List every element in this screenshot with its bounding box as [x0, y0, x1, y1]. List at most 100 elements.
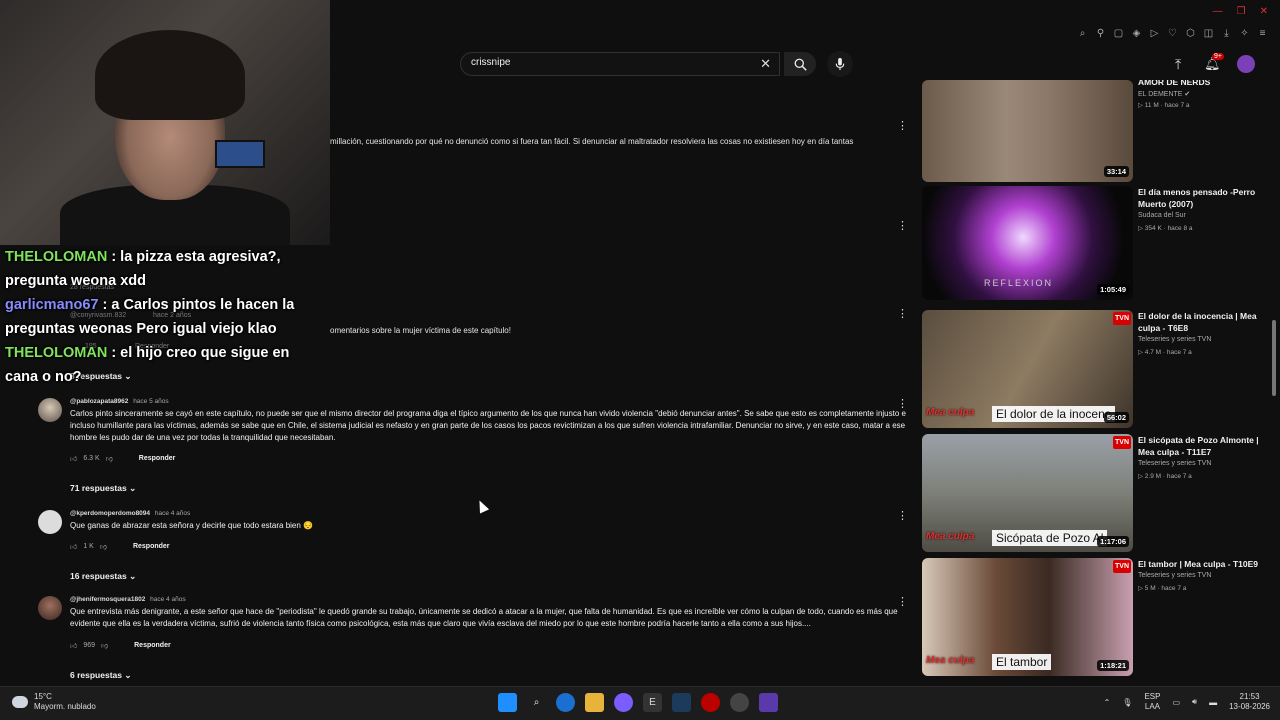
microphone-icon[interactable]: 🎙︎ — [1122, 698, 1132, 707]
like-icon[interactable]: 👍︎ — [70, 641, 77, 650]
shield-icon[interactable]: ◈ — [1131, 28, 1142, 39]
reply-button[interactable]: Responder — [134, 642, 171, 649]
comment-menu-icon[interactable]: ⋮ — [897, 597, 908, 608]
download-icon[interactable]: ⤓ — [1221, 28, 1232, 39]
like-count: 1 K — [83, 543, 94, 550]
chat-username: garlicmano67 — [5, 297, 99, 313]
volume-icon[interactable]: 🔊︎ — [1192, 697, 1197, 707]
discord-icon[interactable] — [614, 693, 633, 712]
video-channel[interactable]: EL DEMENTE ✔ — [1138, 90, 1190, 98]
video-channel[interactable]: Teleseries y series TVN — [1138, 336, 1211, 343]
search-box[interactable]: ✕ — [460, 52, 780, 76]
dislike-icon[interactable]: 👎︎ — [106, 454, 113, 463]
comment-menu-icon[interactable]: ⋮ — [897, 221, 908, 232]
system-tray: ⌃ 🎙︎ ESP LAA ▭ 🔊︎ ▬ 21:53 13-08-2026 — [1104, 692, 1270, 712]
like-count: 6.3 K — [83, 455, 100, 462]
like-count: 969 — [83, 642, 96, 649]
windows-start-icon[interactable] — [498, 693, 517, 712]
related-video-item[interactable]: TVN Mea culpa El dolor de la inocenc 56:… — [922, 310, 1272, 430]
comment-text: Que ganas de abrazar esta señora y decir… — [70, 521, 313, 530]
video-title[interactable]: El dolor de la inocencia | Mea culpa - T… — [1138, 310, 1268, 334]
clock-date: 13-08-2026 — [1229, 702, 1270, 711]
thumbnail-caption: Sicópata de Pozo Al — [992, 530, 1108, 546]
like-icon[interactable]: 👍︎ — [70, 454, 77, 463]
mea-culpa-logo: Mea culpa — [926, 407, 975, 418]
video-title[interactable]: AMOR DE NERDS — [1138, 80, 1268, 88]
weather-desc: Mayorm. nublado — [34, 702, 96, 711]
video-channel[interactable]: Teleseries y series TVN — [1138, 572, 1211, 579]
commenter-avatar[interactable] — [38, 510, 62, 534]
video-title[interactable]: El sicópata de Pozo Almonte | Mea culpa … — [1138, 434, 1268, 458]
related-video-item[interactable]: REFLEXION 1:05:49 El día menos pensado -… — [922, 186, 1272, 306]
pin-icon[interactable]: ⚲ — [1095, 28, 1106, 39]
video-meta: ▷ 4.7 M · hace 7 a — [1138, 349, 1192, 356]
comment-menu-icon[interactable]: ⋮ — [897, 399, 908, 410]
obs-icon[interactable] — [730, 693, 749, 712]
voice-search-button[interactable] — [827, 51, 853, 77]
replies-toggle[interactable]: 6 respuestas ⌄ — [70, 670, 131, 681]
network-icon[interactable]: ▭ — [1172, 698, 1180, 707]
menu-icon[interactable]: ≡ — [1257, 28, 1268, 39]
replies-toggle[interactable]: 71 respuestas ⌄ — [70, 483, 136, 494]
related-video-item[interactable]: TVN Mea culpa Sicópata de Pozo Al 1:17:0… — [922, 434, 1272, 554]
clock[interactable]: 21:53 13-08-2026 — [1229, 692, 1270, 712]
page-scrollbar[interactable] — [1272, 320, 1276, 396]
replies-toggle[interactable]: 16 respuestas ⌄ — [70, 571, 136, 582]
video-title[interactable]: El tambor | Mea culpa - T10E9 — [1138, 558, 1268, 570]
video-channel[interactable]: Sudaca del Sur — [1138, 212, 1186, 219]
reply-button[interactable]: Responder — [133, 543, 170, 550]
search-icon[interactable]: ⌕ — [527, 693, 546, 712]
commenter-avatar[interactable] — [38, 596, 62, 620]
dislike-icon[interactable]: 👎︎ — [101, 641, 108, 650]
battery-icon[interactable]: ▬ — [1209, 698, 1217, 707]
account-avatar[interactable] — [1237, 55, 1255, 73]
edge-icon[interactable] — [556, 693, 575, 712]
app-icon[interactable] — [759, 693, 778, 712]
tray-chevron-icon[interactable]: ⌃ — [1104, 698, 1111, 707]
search-input[interactable] — [471, 57, 751, 68]
file-explorer-icon[interactable] — [585, 693, 604, 712]
clear-search-icon[interactable]: ✕ — [760, 56, 771, 72]
dislike-icon[interactable]: 👎︎ — [100, 542, 107, 551]
opera-gx-icon[interactable] — [701, 693, 720, 712]
video-thumbnail[interactable]: TVN Mea culpa El dolor de la inocenc 56:… — [922, 310, 1133, 428]
related-video-item[interactable]: 33:14 AMOR DE NERDS EL DEMENTE ✔ ▷ 11 M … — [922, 80, 1272, 200]
comment-menu-icon[interactable]: ⋮ — [897, 309, 908, 320]
related-video-item[interactable]: TVN Mea culpa El tambor 1:18:21 El tambo… — [922, 558, 1272, 678]
search-button[interactable] — [784, 52, 816, 76]
comment-time[interactable]: hace 5 años — [133, 398, 168, 405]
comment-author[interactable]: @jhenifermosquera1802 — [70, 596, 145, 603]
video-thumbnail[interactable]: REFLEXION 1:05:49 — [922, 186, 1133, 300]
heart-icon[interactable]: ♡ — [1167, 28, 1178, 39]
restore-icon[interactable]: ❐ — [1237, 6, 1246, 17]
comment-time[interactable]: hace 4 años — [155, 510, 190, 517]
video-channel[interactable]: Teleseries y series TVN — [1138, 460, 1211, 467]
zoom-icon[interactable]: ⌕ — [1077, 28, 1088, 39]
extension-toolbar: ⌕ ⚲ ▢ ◈ ▷ ♡ ⬡ ◫ ⤓ ✧ ≡ — [1077, 28, 1268, 39]
comment-menu-icon[interactable]: ⋮ — [897, 511, 908, 522]
close-icon[interactable]: ✕ — [1260, 6, 1268, 17]
puzzle-icon[interactable]: ⬡ — [1185, 28, 1196, 39]
play-icon[interactable]: ▷ — [1149, 28, 1160, 39]
comment-time[interactable]: hace 4 años — [150, 596, 185, 603]
comment-author[interactable]: @pablozapata8962 — [70, 398, 128, 405]
copilot-icon[interactable]: ✧ — [1239, 28, 1250, 39]
video-title[interactable]: El día menos pensado -Perro Muerto (2007… — [1138, 186, 1268, 210]
weather-widget[interactable]: 15°C Mayorm. nublado — [12, 692, 96, 712]
steam-icon[interactable] — [672, 693, 691, 712]
video-thumbnail[interactable]: TVN Mea culpa Sicópata de Pozo Al 1:17:0… — [922, 434, 1133, 552]
video-thumbnail[interactable]: 33:14 — [922, 80, 1133, 182]
language-indicator[interactable]: ESP LAA — [1144, 692, 1160, 712]
like-icon[interactable]: 👍︎ — [70, 542, 77, 551]
reply-button[interactable]: Responder — [139, 455, 176, 462]
video-thumbnail[interactable]: TVN Mea culpa El tambor 1:18:21 — [922, 558, 1133, 676]
epic-games-icon[interactable]: E — [643, 693, 662, 712]
minimize-icon[interactable]: — — [1213, 6, 1223, 17]
comment-author[interactable]: @kperdomoperdomo8094 — [70, 510, 150, 517]
screenshot-icon[interactable]: ▢ — [1113, 28, 1124, 39]
upload-icon[interactable]: ⤒ — [1175, 56, 1181, 73]
commenter-avatar[interactable] — [38, 398, 62, 422]
comment-menu-icon[interactable]: ⋮ — [897, 121, 908, 132]
window-controls: — ❐ ✕ — [1213, 6, 1268, 17]
split-icon[interactable]: ◫ — [1203, 28, 1214, 39]
